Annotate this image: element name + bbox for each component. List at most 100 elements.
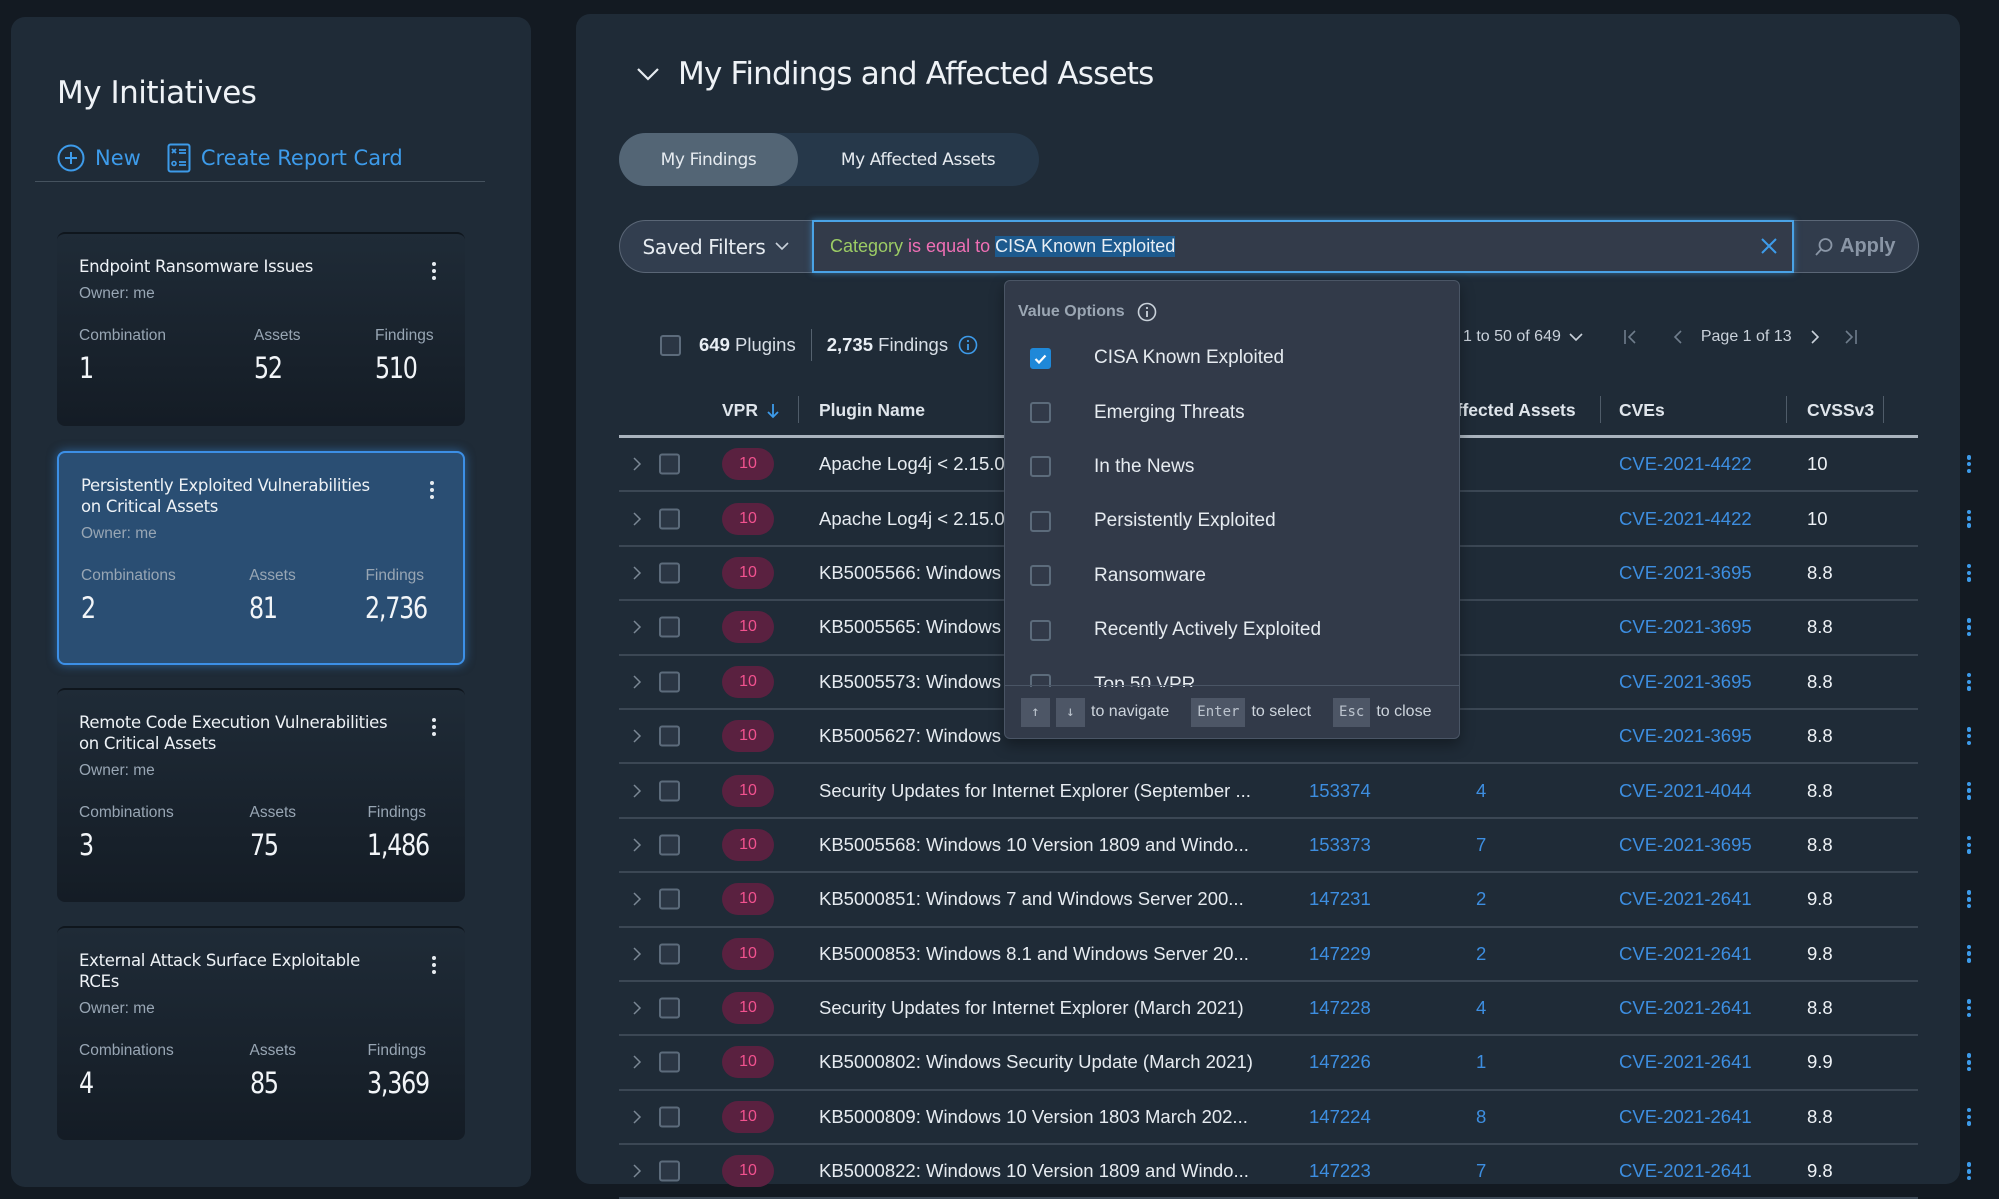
plugin-id-link[interactable]: 147223 bbox=[1309, 1160, 1371, 1182]
initiative-card[interactable]: Remote Code Execution Vulnerabilities on… bbox=[57, 688, 465, 902]
table-row[interactable]: 10 KB5005568: Windows 10 Version 1809 and… bbox=[619, 819, 1972, 874]
chevron-right-icon[interactable] bbox=[629, 456, 645, 472]
cve-link[interactable]: CVE-2021-3695 bbox=[1619, 616, 1752, 638]
value-option[interactable]: Emerging Threats bbox=[1005, 385, 1459, 439]
row-checkbox[interactable] bbox=[659, 616, 680, 638]
row-checkbox[interactable] bbox=[659, 453, 680, 475]
plugin-id-link[interactable]: 147224 bbox=[1309, 1106, 1371, 1128]
affected-assets-link[interactable]: 8 bbox=[1476, 1106, 1486, 1128]
plugin-name-link[interactable]: KB5000809: Windows 10 Version 1803 March… bbox=[819, 1106, 1269, 1128]
row-checkbox[interactable] bbox=[659, 997, 680, 1019]
affected-assets-link[interactable]: 4 bbox=[1476, 780, 1486, 802]
table-row[interactable]: 10 KB5000851: Windows 7 and Windows Serve… bbox=[619, 873, 1972, 928]
column-header-affected-assets[interactable]: Affected Assets bbox=[1444, 400, 1576, 421]
plugin-name-link[interactable]: KB5000802: Windows Security Update (Marc… bbox=[819, 1051, 1269, 1073]
cve-link[interactable]: CVE-2021-2641 bbox=[1619, 997, 1752, 1019]
kebab-menu-icon[interactable] bbox=[427, 479, 437, 501]
affected-assets-link[interactable]: 7 bbox=[1476, 1160, 1486, 1182]
kebab-menu-icon[interactable] bbox=[429, 260, 439, 282]
value-option[interactable]: Top 50 VPR bbox=[1005, 657, 1459, 687]
kebab-menu-icon[interactable] bbox=[429, 716, 439, 738]
row-actions-icon[interactable] bbox=[1964, 1160, 1974, 1182]
plugin-name-link[interactable]: KB5005568: Windows 10 Version 1809 and W… bbox=[819, 834, 1269, 856]
option-checkbox[interactable] bbox=[1030, 347, 1051, 369]
row-checkbox[interactable] bbox=[659, 1106, 680, 1128]
table-row[interactable]: 10 Security Updates for Internet Explorer… bbox=[619, 764, 1972, 819]
info-icon[interactable] bbox=[958, 335, 978, 355]
plugin-name-link[interactable]: KB5000851: Windows 7 and Windows Server … bbox=[819, 888, 1269, 910]
row-checkbox[interactable] bbox=[659, 562, 680, 584]
chevron-right-icon[interactable] bbox=[629, 619, 645, 635]
initiative-card-selected[interactable]: Persistently Exploited Vulnerabilities o… bbox=[57, 451, 465, 665]
row-actions-icon[interactable] bbox=[1964, 671, 1974, 693]
chevron-right-icon[interactable] bbox=[629, 837, 645, 853]
initiative-card[interactable]: External Attack Surface Exploitable RCEs… bbox=[57, 926, 465, 1140]
row-actions-icon[interactable] bbox=[1964, 943, 1974, 965]
cve-link[interactable]: CVE-2021-4422 bbox=[1619, 508, 1752, 530]
plugin-name-link[interactable]: KB5000853: Windows 8.1 and Windows Serve… bbox=[819, 943, 1269, 965]
option-checkbox[interactable] bbox=[1030, 565, 1051, 587]
chevron-right-icon[interactable] bbox=[629, 946, 645, 962]
affected-assets-link[interactable]: 1 bbox=[1476, 1051, 1486, 1073]
clear-icon[interactable] bbox=[1758, 235, 1780, 257]
row-checkbox[interactable] bbox=[659, 508, 680, 530]
row-actions-icon[interactable] bbox=[1964, 725, 1974, 747]
plugin-name-link[interactable]: Security Updates for Internet Explorer (… bbox=[819, 780, 1269, 802]
option-checkbox[interactable] bbox=[1030, 402, 1051, 424]
value-options-list[interactable]: CISA Known Exploited Emerging Threats In t… bbox=[1005, 331, 1459, 687]
row-actions-icon[interactable] bbox=[1964, 453, 1974, 475]
chevron-right-icon[interactable] bbox=[629, 1054, 645, 1070]
create-report-card-button[interactable]: Create Report Card bbox=[167, 143, 403, 173]
row-actions-icon[interactable] bbox=[1964, 616, 1974, 638]
table-row[interactable]: 10 KB5000853: Windows 8.1 and Windows Ser… bbox=[619, 928, 1972, 982]
row-checkbox[interactable] bbox=[659, 671, 680, 693]
first-page-button[interactable] bbox=[1623, 329, 1637, 345]
cve-link[interactable]: CVE-2021-4044 bbox=[1619, 780, 1752, 802]
apply-button[interactable]: Apply bbox=[1794, 220, 1919, 273]
row-actions-icon[interactable] bbox=[1964, 834, 1974, 856]
filter-query-input[interactable]: Category is equal to CISA Known Exploite… bbox=[812, 220, 1794, 273]
cve-link[interactable]: CVE-2021-3695 bbox=[1619, 725, 1752, 747]
plugin-id-link[interactable]: 147229 bbox=[1309, 943, 1371, 965]
row-checkbox[interactable] bbox=[659, 943, 680, 965]
chevron-right-icon[interactable] bbox=[629, 565, 645, 581]
column-header-cvss[interactable]: CVSSv3 bbox=[1807, 400, 1874, 421]
value-option[interactable]: CISA Known Exploited bbox=[1005, 331, 1459, 385]
row-checkbox[interactable] bbox=[659, 1160, 680, 1182]
chevron-right-icon[interactable] bbox=[629, 511, 645, 527]
chevron-right-icon[interactable] bbox=[629, 891, 645, 907]
cve-link[interactable]: CVE-2021-2641 bbox=[1619, 1106, 1752, 1128]
table-row[interactable]: 10 KB5000822: Windows 10 Version 1809 and… bbox=[619, 1145, 1972, 1199]
cve-link[interactable]: CVE-2021-2641 bbox=[1619, 888, 1752, 910]
row-checkbox[interactable] bbox=[659, 780, 680, 802]
select-all-checkbox[interactable] bbox=[660, 334, 681, 356]
table-row[interactable]: 10 KB5000802: Windows Security Update (Ma… bbox=[619, 1036, 1972, 1091]
cve-link[interactable]: CVE-2021-2641 bbox=[1619, 1051, 1752, 1073]
chevron-right-icon[interactable] bbox=[629, 783, 645, 799]
affected-assets-link[interactable]: 7 bbox=[1476, 834, 1486, 856]
tab-my-affected-assets[interactable]: My Affected Assets bbox=[798, 133, 1038, 186]
tab-my-findings[interactable]: My Findings bbox=[619, 133, 798, 186]
table-row[interactable]: 10 Security Updates for Internet Explorer… bbox=[619, 982, 1972, 1037]
plugin-id-link[interactable]: 153374 bbox=[1309, 780, 1371, 802]
row-actions-icon[interactable] bbox=[1964, 1051, 1974, 1073]
chevron-right-icon[interactable] bbox=[629, 1000, 645, 1016]
plugin-id-link[interactable]: 147228 bbox=[1309, 997, 1371, 1019]
row-actions-icon[interactable] bbox=[1964, 508, 1974, 530]
row-actions-icon[interactable] bbox=[1964, 997, 1974, 1019]
value-option[interactable]: In the News bbox=[1005, 440, 1459, 494]
last-page-button[interactable] bbox=[1844, 329, 1858, 345]
section-collapse-toggle[interactable]: My Findings and Affected Assets bbox=[636, 56, 1154, 92]
cve-link[interactable]: CVE-2021-2641 bbox=[1619, 1160, 1752, 1182]
chevron-right-icon[interactable] bbox=[629, 728, 645, 744]
row-actions-icon[interactable] bbox=[1964, 562, 1974, 584]
row-actions-icon[interactable] bbox=[1964, 1106, 1974, 1128]
plugin-id-link[interactable]: 147226 bbox=[1309, 1051, 1371, 1073]
saved-filters-dropdown[interactable]: Saved Filters bbox=[619, 220, 812, 273]
page-size-select[interactable]: 1 to 50 of 649 bbox=[1463, 328, 1583, 346]
option-checkbox[interactable] bbox=[1030, 456, 1051, 478]
row-actions-icon[interactable] bbox=[1964, 888, 1974, 910]
cve-link[interactable]: CVE-2021-3695 bbox=[1619, 834, 1752, 856]
kebab-menu-icon[interactable] bbox=[429, 954, 439, 976]
prev-page-button[interactable] bbox=[1673, 329, 1683, 345]
